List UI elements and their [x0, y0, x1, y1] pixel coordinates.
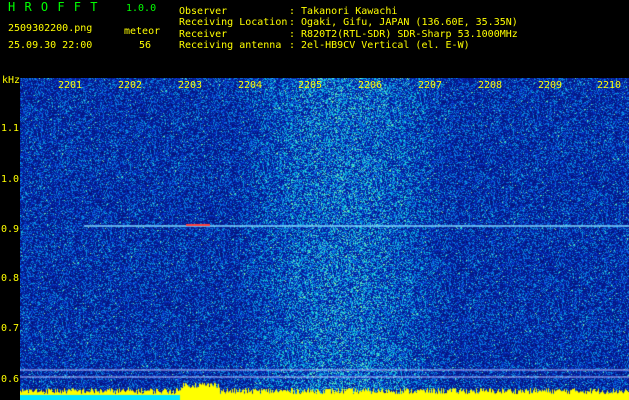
observer-label: Observer: [179, 6, 228, 17]
x-tick-label: 2203: [178, 80, 203, 91]
y-tick-label: 1.0: [1, 174, 20, 185]
x-tick-label: 2207: [418, 80, 443, 91]
app-version: 1.0.0: [126, 3, 157, 14]
date-time: 25.09.30 22:00: [8, 40, 93, 51]
receiver-value: : R820T2(RTL-SDR) SDR-Sharp 53.1000MHz: [289, 29, 518, 40]
y-tick-label: 0.7: [1, 323, 20, 334]
x-tick-label: 2209: [538, 80, 563, 91]
receiver-label: Receiver: [179, 29, 228, 40]
location-value: : Ogaki, Gifu, JAPAN (136.60E, 35.35N): [289, 17, 518, 28]
x-tick-label: 2210: [597, 80, 622, 91]
mode-label: meteor: [124, 26, 161, 37]
y-tick-label: 0.6: [1, 374, 20, 385]
location-label: Receiving Location: [179, 17, 288, 28]
y-tick-label: 0.8: [1, 273, 20, 284]
observer-value: : Takanori Kawachi: [289, 6, 398, 17]
hrofft-window: H R O F F T 1.0.0 2509302200.png meteor …: [0, 0, 629, 400]
y-tick-label: 0.9: [1, 224, 20, 235]
file-name: 2509302200.png: [8, 23, 93, 34]
x-tick-label: 2201: [58, 80, 83, 91]
app-name: H R O F F T: [8, 0, 99, 14]
x-tick-label: 2206: [358, 80, 383, 91]
y-axis-unit: kHz: [2, 75, 21, 86]
x-tick-label: 2204: [238, 80, 263, 91]
antenna-label: Receiving antenna: [179, 40, 282, 51]
spectrogram-canvas: [20, 78, 629, 400]
spectrogram-panel: [20, 78, 629, 400]
antenna-value: : 2el-HB9CV Vertical (el. E-W): [289, 40, 470, 51]
echo-count: 56: [139, 40, 152, 51]
x-tick-label: 2205: [298, 80, 323, 91]
x-tick-label: 2202: [118, 80, 143, 91]
y-tick-label: 1.1: [1, 123, 20, 134]
x-tick-label: 2208: [478, 80, 503, 91]
